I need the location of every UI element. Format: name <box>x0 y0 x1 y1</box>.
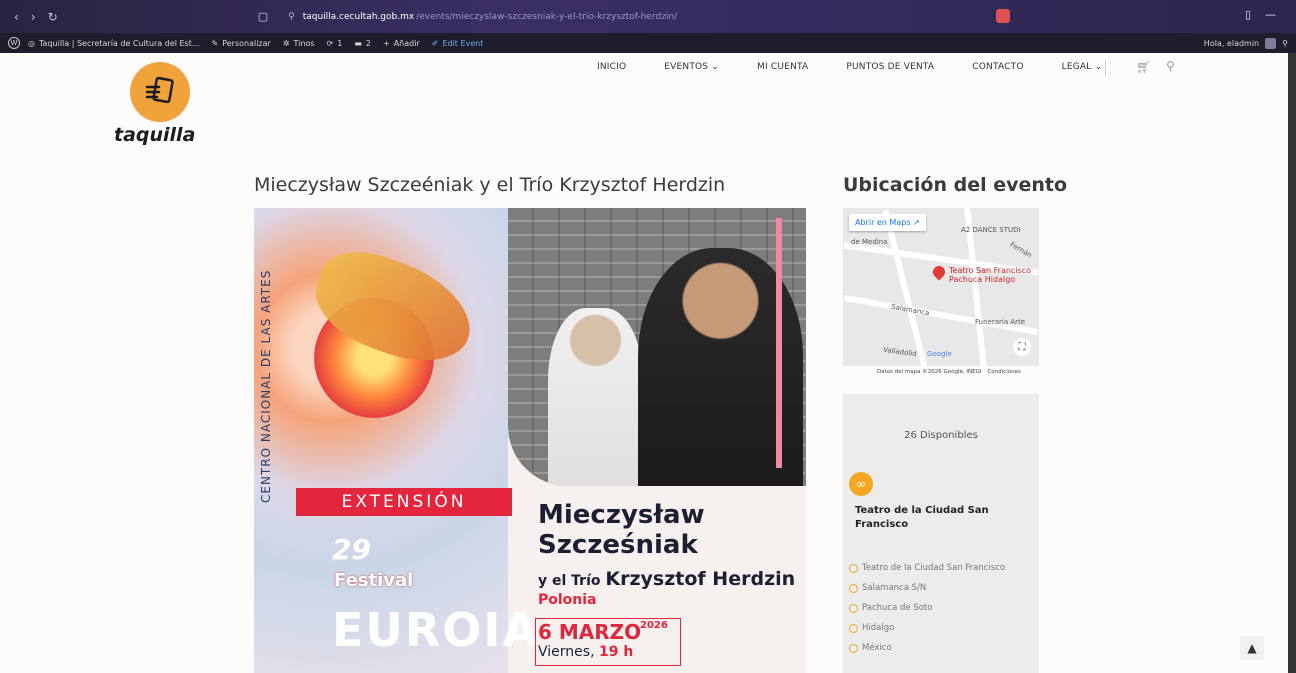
event-map[interactable]: Abrir en Maps ↗ A2 DANCE STUDI de Medina… <box>843 208 1039 378</box>
nav-mi-cuenta[interactable]: MI CUENTA <box>757 62 808 72</box>
nav-eventos[interactable]: EVENTOS ⌄ <box>664 62 719 72</box>
open-in-maps-button[interactable]: Abrir en Maps ↗ <box>849 214 926 231</box>
ticket-hand-icon <box>145 76 174 104</box>
link-icon: ∞ <box>849 472 873 496</box>
page-scrollbar[interactable] <box>1288 53 1296 673</box>
poster-artist-subtitle: y el Trío Krzysztof Herdzin <box>538 568 796 590</box>
list-item: Teatro de la Ciudad San Francisco <box>849 558 1005 578</box>
fullscreen-icon[interactable]: ⛶ <box>1013 338 1031 356</box>
logo-text[interactable]: taquilla <box>114 124 195 146</box>
map-label: A2 DANCE STUDI <box>961 226 1021 234</box>
map-label: Fernán <box>1008 240 1034 260</box>
reload-icon[interactable]: ↻ <box>48 10 58 24</box>
bullet-icon <box>849 583 858 593</box>
list-item: México <box>849 638 1005 658</box>
poster-festival-number: 29 <box>332 533 371 566</box>
wp-admin-bar: W ◎ Taquilla | Secretaría de Cultura del… <box>0 33 1296 53</box>
wp-customize[interactable]: ✎ Personalizar <box>212 39 271 48</box>
palette-icon: ◎ <box>28 38 35 48</box>
nav-inicio[interactable]: INICIO <box>597 62 626 72</box>
minimize-icon[interactable]: — <box>1265 8 1276 21</box>
plus-icon: + <box>382 38 390 48</box>
arrow-up-icon: ▲ <box>1247 641 1257 655</box>
map-pin-icon[interactable] <box>930 263 948 281</box>
artist-photo <box>508 208 806 486</box>
poster-festival-name: EUROIA <box>332 603 541 657</box>
bullet-icon <box>849 603 858 613</box>
google-logo: Google <box>927 350 952 358</box>
event-poster: CENTRO NACIONAL DE LAS ARTES EXTENSIÓN 2… <box>254 208 806 673</box>
url-path: /events/mieczyslaw-szczesniak-y-el-trio-… <box>416 11 678 22</box>
site-info-icon[interactable]: ⚲ <box>288 12 295 22</box>
list-item: Hidalgo <box>849 618 1005 638</box>
wp-updates[interactable]: ⟳ 1 <box>327 39 343 48</box>
map-terms-link[interactable]: Condiciones <box>987 369 1020 375</box>
tab-search-icon[interactable]: ▢ <box>258 10 268 23</box>
page-title: Mieczysław Szczeéniak y el Trío Krzyszto… <box>254 174 726 196</box>
map-label: de Medina <box>851 238 888 246</box>
sidebar-icon[interactable]: ▯ <box>1245 8 1251 21</box>
search-icon[interactable]: ⚲ <box>1282 39 1288 48</box>
main-nav: INICIO EVENTOS ⌄ MI CUENTA PUNTOS DE VEN… <box>597 62 1102 72</box>
venue-address-list: Teatro de la Ciudad San Francisco Salama… <box>849 558 1005 658</box>
window-controls: ▯ — <box>1245 8 1276 21</box>
poster-date: 6 MARZO <box>538 620 642 644</box>
pencil-icon: ✐ <box>431 38 439 48</box>
map-place-label: Teatro San Francisco Pachuca Hidalgo <box>949 266 1031 284</box>
wp-edit-event[interactable]: ✐ Edit Event <box>432 39 484 48</box>
wp-themes[interactable]: ✲ Tinos <box>283 39 315 48</box>
poster-extension-banner: EXTENSIÓN <box>296 488 512 516</box>
extension-icon[interactable] <box>996 9 1010 23</box>
bullet-icon <box>849 563 858 573</box>
list-item: Pachuca de Soto <box>849 598 1005 618</box>
bullet-icon <box>849 623 858 633</box>
bullet-icon <box>849 643 858 653</box>
browser-toolbar: ‹ › ↻ ▢ ⚲ taquilla.cecultah.gob.mx /even… <box>0 0 1296 33</box>
browser-nav-buttons: ‹ › ↻ <box>14 10 58 24</box>
gear-icon: ✲ <box>282 38 290 48</box>
tickets-card: 26 Disponibles ∞ Teatro de la Ciudad San… <box>843 394 1039 673</box>
wp-comments[interactable]: ▬ 2 <box>354 39 371 48</box>
search-icon[interactable]: ⚲ <box>1166 59 1175 73</box>
poster-year: 2026 <box>640 620 668 631</box>
venue-name: Teatro de la Ciudad San Francisco <box>855 505 989 530</box>
poster-accent-bar <box>776 218 782 468</box>
brush-icon: ✎ <box>211 38 219 48</box>
nav-puntos-de-venta[interactable]: PUNTOS DE VENTA <box>846 62 934 72</box>
poster-artist-name: Mieczysław Szcześniak <box>538 500 705 560</box>
updates-icon: ⟳ <box>326 38 334 48</box>
poster-festival-label: Festival <box>334 570 414 591</box>
map-attribution: Datos del mapa ©2026 Google, INEGI Condi… <box>843 366 1039 378</box>
back-icon[interactable]: ‹ <box>14 10 19 24</box>
poster-day-time: Viernes, 19 h <box>538 644 634 660</box>
map-label: Funeraria Arte <box>975 318 1026 326</box>
url-host: taquilla.cecultah.gob.mx <box>302 11 415 22</box>
map-section-title: Ubicación del evento <box>843 174 1068 196</box>
nav-divider <box>1105 60 1106 76</box>
avatar <box>1265 37 1277 49</box>
address-bar[interactable]: ⚲ taquilla.cecultah.gob.mx /events/miecz… <box>288 7 988 27</box>
map-label: Valladolid <box>882 345 918 359</box>
nav-legal[interactable]: LEGAL ⌄ <box>1062 62 1103 72</box>
list-item: Salamanca S/N <box>849 578 1005 598</box>
nav-contacto[interactable]: CONTACTO <box>972 62 1023 72</box>
person-photo <box>548 308 643 486</box>
wp-account[interactable]: Hola, eladmin ⚲ <box>1204 33 1288 53</box>
cart-icon[interactable]: 🛒︎ <box>1136 60 1151 74</box>
wp-site-link[interactable]: ◎ Taquilla | Secretaría de Cultura del E… <box>28 39 200 48</box>
wordpress-icon[interactable]: W <box>8 37 20 49</box>
site-logo[interactable] <box>130 62 190 122</box>
availability-count: 26 Disponibles <box>904 430 978 441</box>
poster-vertical-text: CENTRO NACIONAL DE LAS ARTES <box>259 269 273 503</box>
poster-country: Polonia <box>538 592 597 608</box>
wp-add-new[interactable]: + Añadir <box>383 39 420 48</box>
forward-icon[interactable]: › <box>31 10 36 24</box>
comment-icon: ▬ <box>354 38 362 48</box>
scroll-to-top-button[interactable]: ▲ <box>1240 636 1264 660</box>
